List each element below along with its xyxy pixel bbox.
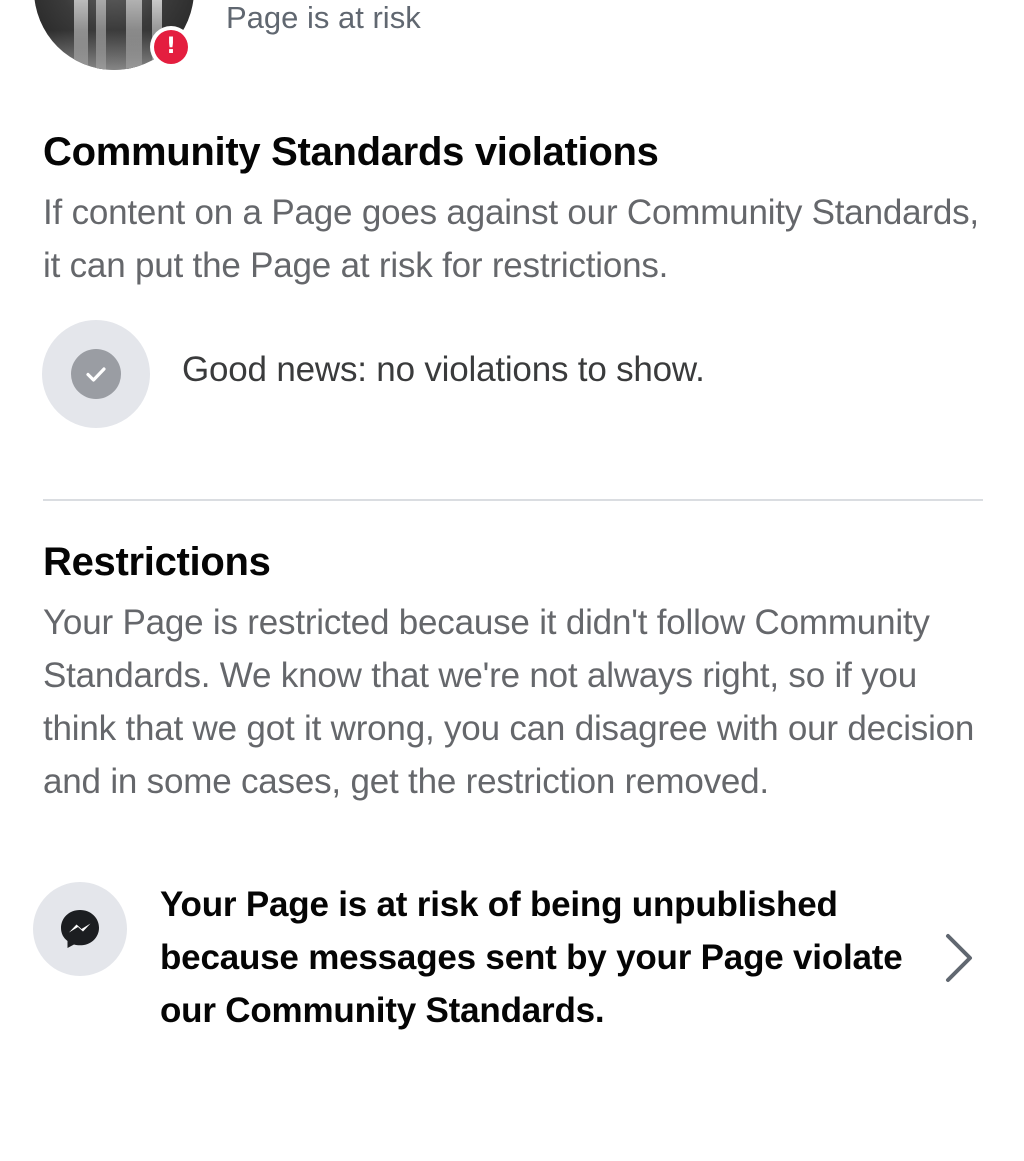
- restriction-item-unpublish-risk[interactable]: Your Page is at risk of being unpublishe…: [160, 878, 920, 1037]
- check-circle-icon: [71, 349, 121, 399]
- messenger-icon-container: [33, 882, 127, 976]
- section-divider: [43, 499, 983, 501]
- risk-badge-glyph: !: [154, 30, 188, 64]
- no-violations-text: Good news: no violations to show.: [182, 350, 705, 389]
- messenger-icon: [61, 910, 99, 948]
- risk-warning-icon: !: [150, 26, 192, 68]
- page-status-text: Page is at risk: [226, 0, 421, 35]
- restrictions-description: Your Page is restricted because it didn'…: [43, 603, 975, 801]
- restrictions-title: Restrictions: [43, 540, 271, 584]
- violations-title: Community Standards violations: [43, 130, 659, 174]
- no-violations-icon-container: [42, 320, 150, 428]
- chevron-right-icon[interactable]: [938, 930, 978, 986]
- page-quality-screen: ! Page is at risk Community Standards vi…: [0, 0, 1024, 1161]
- violations-description: If content on a Page goes against our Co…: [43, 193, 979, 285]
